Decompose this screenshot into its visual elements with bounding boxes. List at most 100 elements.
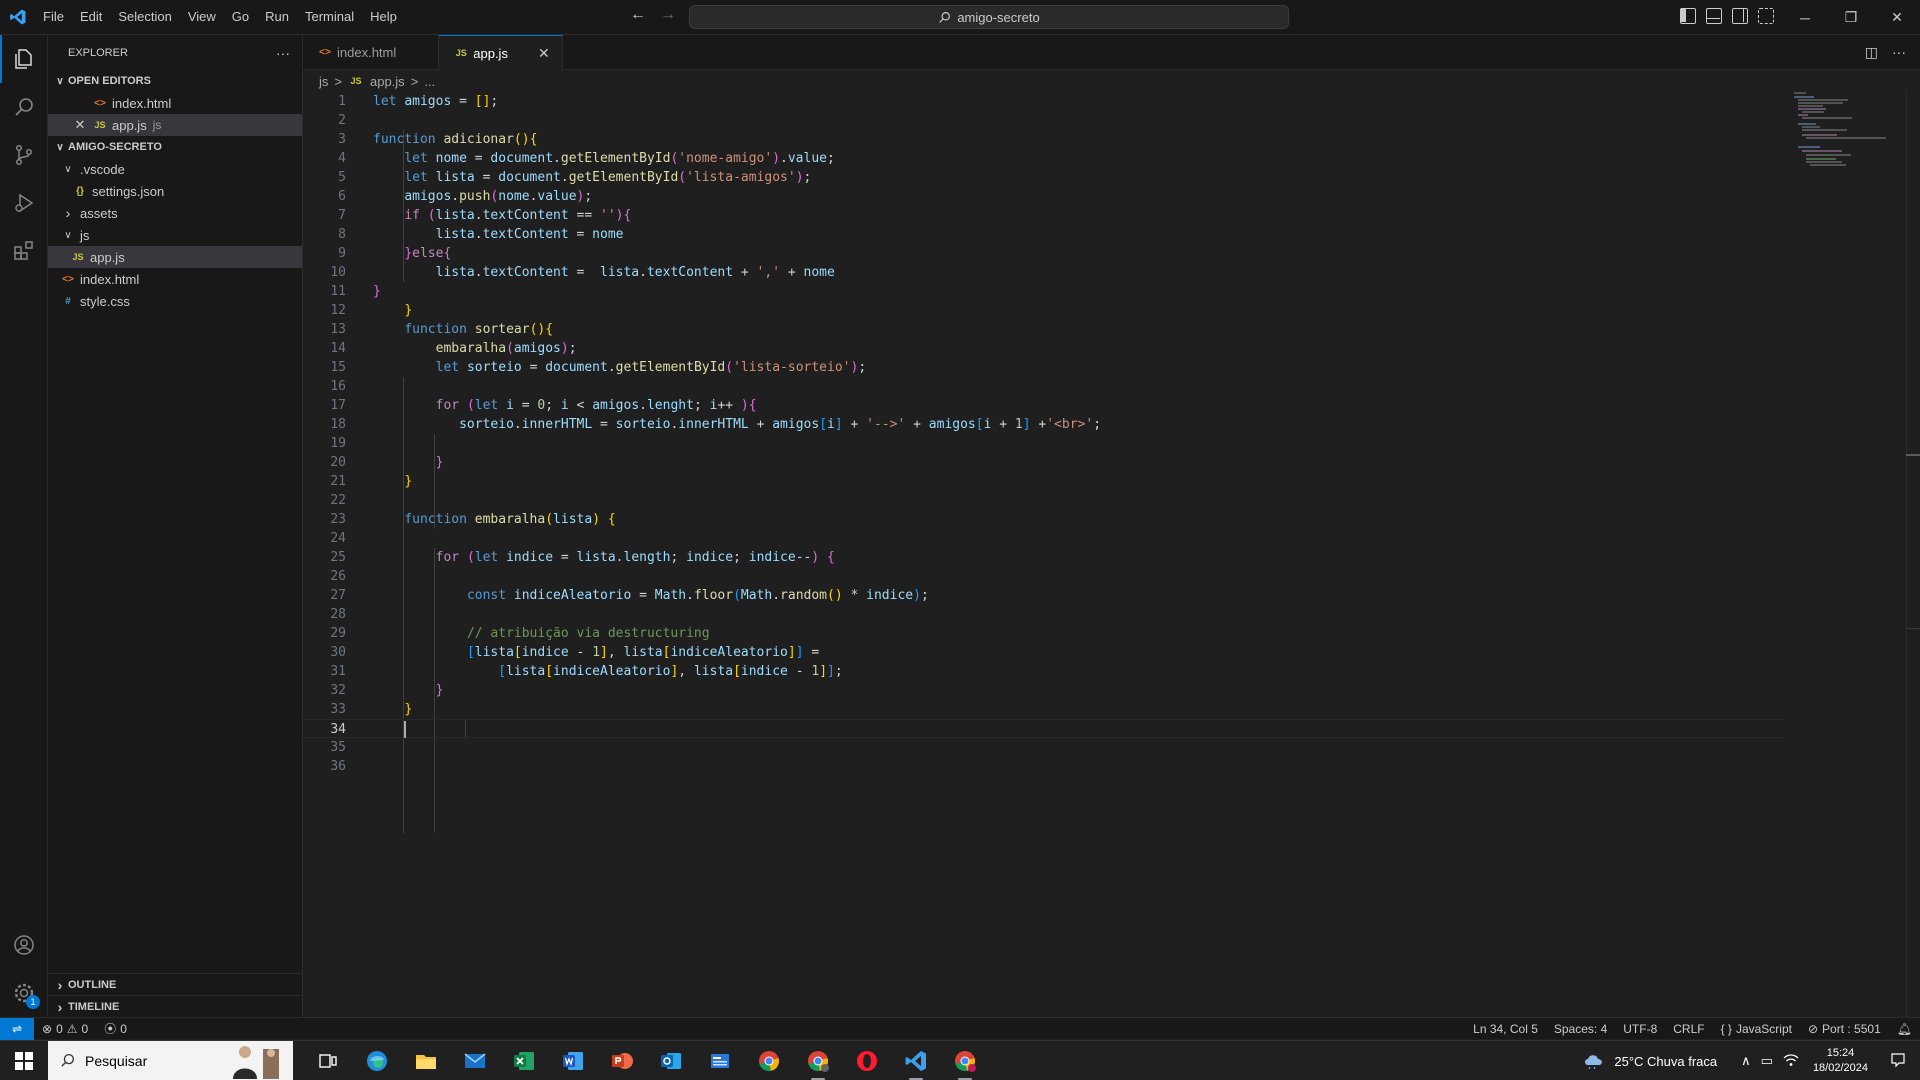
code-line[interactable]: 8 lista.textContent = nome — [303, 225, 1783, 244]
tree-file-appjs[interactable]: JS app.js — [48, 246, 302, 268]
breadcrumb-folder[interactable]: js — [319, 74, 328, 89]
menu-view[interactable]: View — [180, 5, 224, 29]
code-line[interactable]: 35 — [303, 738, 1783, 757]
code-line[interactable]: 17 for (let i = 0; i < amigos.lenght; i+… — [303, 396, 1783, 415]
code-line[interactable]: 33 } — [303, 700, 1783, 719]
breadcrumb-file[interactable]: app.js — [370, 74, 405, 89]
command-center-search[interactable]: amigo-secreto — [689, 5, 1289, 29]
code-line[interactable]: 36 — [303, 757, 1783, 776]
code-line[interactable]: 18 sorteio.innerHTML = sorteio.innerHTML… — [303, 415, 1783, 434]
cursor-position[interactable]: Ln 34, Col 5 — [1465, 1022, 1546, 1036]
code-line[interactable]: 2 — [303, 111, 1783, 130]
run-debug-icon[interactable] — [0, 179, 48, 227]
code-line[interactable]: 24 — [303, 529, 1783, 548]
tab-app-js[interactable]: JS app.js ✕ — [439, 35, 563, 70]
code-line[interactable]: 30 [lista[indice - 1], lista[indiceAleat… — [303, 643, 1783, 662]
wifi-icon[interactable] — [1783, 1053, 1799, 1070]
breadcrumb-symbol[interactable]: ... — [424, 74, 435, 89]
open-editors-section[interactable]: ∨ OPEN EDITORS — [48, 70, 302, 92]
code-line[interactable]: 27 const indiceAleatorio = Math.floor(Ma… — [303, 586, 1783, 605]
encoding[interactable]: UTF-8 — [1615, 1022, 1665, 1036]
mail-icon[interactable] — [450, 1041, 499, 1080]
toggle-primary-sidebar-icon[interactable] — [1680, 8, 1696, 24]
code-line[interactable]: 22 — [303, 491, 1783, 510]
code-line[interactable]: 26 — [303, 567, 1783, 586]
code-line[interactable]: 1 let amigos = []; — [303, 92, 1783, 111]
close-window-button[interactable]: ✕ — [1874, 0, 1920, 35]
code-editor[interactable]: 1 let amigos = []; 2 3 function adicionar(){… — [303, 92, 1783, 1017]
menu-run[interactable]: Run — [257, 5, 297, 29]
chrome-profile-2-icon[interactable] — [940, 1041, 989, 1080]
code-line[interactable]: 10 lista.textContent = lista.textContent… — [303, 263, 1783, 282]
code-line[interactable]: 6 amigos.push(nome.value); — [303, 187, 1783, 206]
outlook-icon[interactable] — [646, 1041, 695, 1080]
tree-file-index[interactable]: <> index.html — [48, 268, 302, 290]
editor-scrollbar[interactable] — [1906, 92, 1920, 1017]
word-icon[interactable] — [548, 1041, 597, 1080]
problems-indicator[interactable]: ⊗ 0 ⚠ 0 — [34, 1022, 96, 1036]
code-line[interactable]: 11} — [303, 282, 1783, 301]
tree-file-settings[interactable]: {} settings.json — [48, 180, 302, 202]
tab-index-html[interactable]: <> index.html — [303, 35, 440, 70]
edge-browser-icon[interactable] — [352, 1041, 401, 1080]
menu-selection[interactable]: Selection — [110, 5, 179, 29]
close-icon[interactable]: ✕ — [72, 117, 88, 133]
tree-folder-js[interactable]: ∨ js — [48, 224, 302, 246]
toggle-panel-icon[interactable] — [1706, 8, 1722, 24]
remote-indicator-icon[interactable]: ⇌ — [0, 1017, 34, 1040]
more-actions-icon[interactable]: ··· — [276, 45, 290, 61]
notifications-bell-icon[interactable]: 🔔︎ — [1889, 1022, 1920, 1036]
menu-file[interactable]: File — [35, 5, 72, 29]
code-line[interactable]: 13 function sortear(){ — [303, 320, 1783, 339]
ports-indicator[interactable]: ⦿ 0 — [96, 1020, 135, 1037]
language-mode[interactable]: { } JavaScript — [1713, 1022, 1800, 1036]
code-line[interactable]: 9 }else{ — [303, 244, 1783, 263]
code-line[interactable]: 31 [lista[indiceAleatorio], lista[indice… — [303, 662, 1783, 681]
clock[interactable]: 15:24 18/02/2024 — [1803, 1046, 1878, 1076]
tree-folder-assets[interactable]: › assets — [48, 202, 302, 224]
live-server-port[interactable]: ⊘ Port : 5501 — [1800, 1022, 1889, 1036]
code-line[interactable]: 16 — [303, 377, 1783, 396]
code-line[interactable]: 28 — [303, 605, 1783, 624]
menu-edit[interactable]: Edit — [72, 5, 110, 29]
end-of-line[interactable]: CRLF — [1665, 1022, 1712, 1036]
show-hidden-icons-chevron-icon[interactable]: ∧ — [1741, 1053, 1751, 1069]
code-line[interactable]: 4 let nome = document.getElementById('no… — [303, 149, 1783, 168]
timeline-section[interactable]: › TIMELINE — [48, 995, 303, 1017]
forward-arrow-icon[interactable]: → — [660, 6, 676, 24]
code-line[interactable]: 29 // atribuição via destructuring — [303, 624, 1783, 643]
code-line[interactable]: 20 } — [303, 453, 1783, 472]
customize-layout-icon[interactable] — [1758, 8, 1774, 24]
open-editor-item[interactable]: <> index.html — [48, 92, 302, 114]
menu-terminal[interactable]: Terminal — [297, 5, 362, 29]
code-line[interactable]: 15 let sorteio = document.getElementById… — [303, 358, 1783, 377]
open-editor-item[interactable]: ✕ JS app.js js — [48, 114, 302, 136]
code-line[interactable]: 14 embaralha(amigos); — [303, 339, 1783, 358]
tree-folder-vscode[interactable]: ∨ .vscode — [48, 158, 302, 180]
code-line[interactable]: 21 } — [303, 472, 1783, 491]
taskbar-search[interactable]: Pesquisar — [48, 1040, 293, 1080]
code-line[interactable]: 32 } — [303, 681, 1783, 700]
code-line[interactable]: 34 — [303, 719, 1783, 738]
back-arrow-icon[interactable]: ← — [630, 6, 646, 24]
task-view-icon[interactable] — [303, 1041, 352, 1080]
indentation[interactable]: Spaces: 4 — [1546, 1022, 1615, 1036]
project-section[interactable]: ∨ AMIGO-SECRETO — [48, 136, 302, 158]
weather-cloud-icon[interactable] — [1582, 1051, 1606, 1072]
menu-help[interactable]: Help — [362, 5, 405, 29]
source-control-icon[interactable] — [0, 131, 48, 179]
powerpoint-icon[interactable] — [597, 1041, 646, 1080]
code-line[interactable]: 3 function adicionar(){ — [303, 130, 1783, 149]
manage-gear-icon[interactable]: 1 — [0, 969, 48, 1017]
close-tab-icon[interactable]: ✕ — [538, 45, 550, 62]
vscode-taskbar-icon[interactable] — [891, 1041, 940, 1080]
excel-icon[interactable] — [499, 1041, 548, 1080]
code-line[interactable]: 25 for (let indice = lista.length; indic… — [303, 548, 1783, 567]
weather-text[interactable]: 25°C Chuva fraca — [1614, 1054, 1717, 1069]
chrome-icon[interactable] — [744, 1041, 793, 1080]
split-editor-icon[interactable]: ◫ — [1865, 44, 1878, 61]
minimap[interactable] — [1790, 92, 1900, 172]
news-app-icon[interactable] — [695, 1041, 744, 1080]
extensions-icon[interactable] — [0, 227, 48, 275]
code-line[interactable]: 12 } — [303, 301, 1783, 320]
